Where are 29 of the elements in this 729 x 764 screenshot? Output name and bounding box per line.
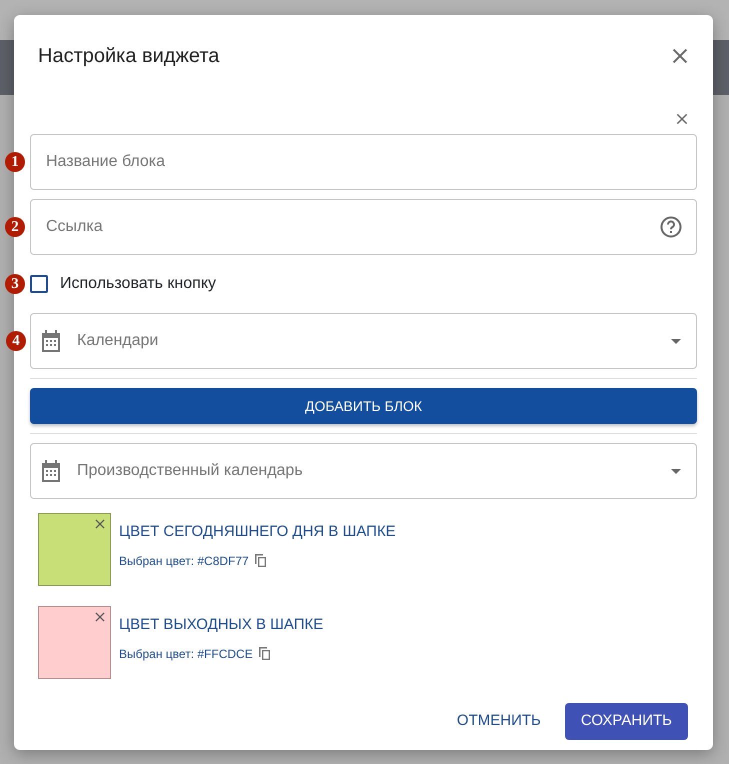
checkbox-label[interactable]: Использовать кнопку [60,272,216,296]
dropdown-caret-icon [671,338,681,344]
color-title: ЦВЕТ СЕГОДНЯШНЕГО ДНЯ В ШАПКЕ [119,522,396,542]
color-swatch[interactable] [38,513,111,586]
number-marker: 4 [6,331,26,351]
color-caption: Выбран цвет: #C8DF77 [119,552,249,570]
number-marker: 3 [5,274,25,294]
color-title: ЦВЕТ ВЫХОДНЫХ В ШАПКЕ [119,615,324,636]
link-field[interactable]: Ссылка [30,199,697,255]
color-caption: Выбран цвет: #FFCDCE [119,646,253,663]
save-button[interactable]: СОХРАНИТЬ [564,703,688,740]
clear-icon[interactable] [93,517,107,531]
calendar-icon [41,330,61,352]
dropdown-caret-icon [671,468,681,474]
clear-icon[interactable] [93,610,107,624]
input-field[interactable]: Название блока [30,134,697,190]
calendar-icon [41,460,61,482]
close-icon[interactable] [674,111,690,127]
add-block-button[interactable]: ДОБАВИТЬ БЛОК [30,388,697,424]
number-marker: 2 [5,217,25,237]
number-marker: 1 [5,152,25,172]
help-icon[interactable] [660,216,682,238]
calendar-select[interactable]: Производственный календарь [30,443,697,499]
copy-icon[interactable] [258,647,270,660]
cancel-button[interactable]: ОТМЕНИТЬ [440,703,557,740]
copy-icon[interactable] [254,554,266,568]
color-swatch[interactable] [38,606,111,679]
checkbox[interactable] [30,275,48,293]
dialog-title: Настройка виджета [38,44,220,69]
